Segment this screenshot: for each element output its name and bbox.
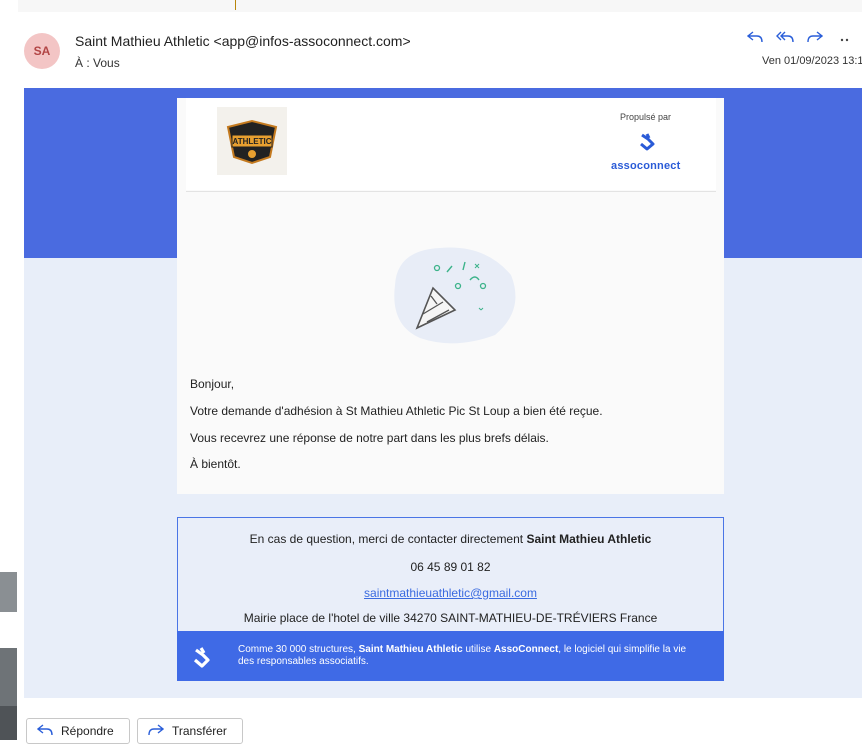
card-divider: [186, 191, 716, 192]
promo-text-part: utilise: [462, 644, 494, 655]
reply-button-label: Répondre: [61, 724, 114, 738]
sent-date: Ven 01/09/2023 13:1: [762, 55, 862, 67]
club-logo: ATHLETIC: [217, 107, 287, 175]
more-icon[interactable]: [836, 30, 854, 50]
contact-org-name: Saint Mathieu Athletic: [526, 532, 652, 546]
powered-by-label: Propulsé par: [620, 112, 672, 122]
message-greeting: Bonjour,: [190, 377, 235, 391]
party-popper-illustration: [385, 240, 525, 355]
reply-icon[interactable]: [746, 30, 764, 50]
message-line: Votre demande d'adhésion à St Mathieu At…: [190, 404, 603, 418]
side-thumbnail: [0, 706, 17, 740]
contact-email-link[interactable]: saintmathieuathletic@gmail.com: [177, 586, 724, 600]
reply-all-icon[interactable]: [776, 30, 794, 50]
left-strip: [0, 0, 18, 740]
assoconnect-brand: assoconnect: [611, 160, 681, 172]
forward-icon[interactable]: [806, 30, 824, 50]
club-logo-text: ATHLETIC: [233, 137, 272, 146]
contact-intro: En cas de question, merci de contacter d…: [177, 532, 724, 546]
contact-address: Mairie place de l'hotel de ville 34270 S…: [243, 611, 658, 625]
avatar[interactable]: SA: [24, 33, 60, 69]
reply-icon: [36, 723, 53, 740]
forward-button[interactable]: Transférer: [137, 718, 243, 744]
side-thumbnail: [0, 572, 17, 612]
promo-text-part: Comme 30 000 structures,: [238, 644, 359, 655]
sender[interactable]: Saint Mathieu Athletic <app@infos-assoco…: [75, 33, 411, 49]
contact-phone[interactable]: 06 45 89 01 82: [177, 560, 724, 574]
message-line: Vous recevrez une réponse de notre part …: [190, 431, 549, 445]
side-thumbnail: [0, 648, 17, 708]
reply-button[interactable]: Répondre: [26, 718, 130, 744]
forward-icon: [148, 723, 165, 740]
top-band: [18, 0, 862, 12]
promo-text: Comme 30 000 structures, Saint Mathieu A…: [238, 644, 698, 668]
recipient-line: À : Vous: [75, 56, 120, 70]
promo-org-name: Saint Mathieu Athletic: [358, 644, 463, 655]
assoconnect-logo-icon: [636, 132, 658, 161]
message-actions: [746, 30, 854, 50]
promo-brand-name: AssoConnect: [493, 644, 559, 655]
contact-intro-text: En cas de question, merci de contacter d…: [249, 532, 527, 546]
message-closing: À bientôt.: [190, 457, 241, 471]
top-divider: [235, 0, 236, 10]
assoconnect-logo-icon: [190, 646, 214, 677]
forward-button-label: Transférer: [172, 724, 227, 738]
